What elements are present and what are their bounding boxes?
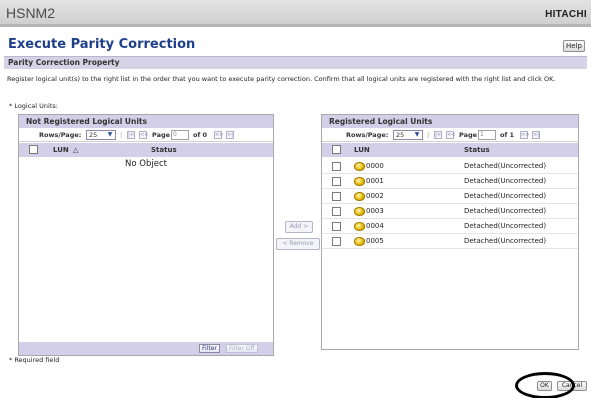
first-page-icon[interactable]: |< (127, 131, 135, 139)
rows-per-page-select[interactable]: 25 ▼ (393, 130, 423, 140)
page-of-label: of 1 (500, 131, 515, 139)
logical-units-label: * Logical Units: (9, 102, 58, 110)
status-cell: Detached(Uncorrected) (464, 162, 547, 170)
page-label: Page (459, 131, 478, 139)
select-all-checkbox[interactable] (29, 145, 38, 154)
page-label: Page (152, 131, 171, 139)
left-panel-footer: Filter Filter Off (19, 342, 273, 355)
required-field-note: * Required field (9, 356, 60, 364)
row-checkbox[interactable] (332, 222, 341, 231)
table-row[interactable]: 0005 Detached(Uncorrected) (322, 234, 578, 249)
prev-page-icon[interactable]: << (446, 131, 455, 139)
chevron-down-icon: ▼ (414, 131, 420, 138)
row-checkbox[interactable] (332, 162, 341, 171)
table-row[interactable]: 0002 Detached(Uncorrected) (322, 189, 578, 204)
next-page-icon[interactable]: >> (214, 131, 223, 139)
logical-unit-disk-icon (354, 237, 365, 246)
right-pager: Rows/Page: 25 ▼ | |< << Page 1 of 1 >> >… (322, 128, 578, 142)
empty-list-text: No Object (125, 159, 167, 169)
not-registered-panel: Not Registered Logical Units Rows/Page: … (18, 114, 274, 356)
row-checkbox[interactable] (332, 207, 341, 216)
registered-panel-title: Registered Logical Units (322, 115, 578, 128)
table-row[interactable]: 0000 Detached(Uncorrected) (322, 159, 578, 174)
top-banner (0, 0, 591, 27)
logical-unit-disk-icon (354, 177, 365, 186)
status-cell: Detached(Uncorrected) (464, 237, 547, 245)
logical-unit-disk-icon (354, 192, 365, 201)
lun-cell: 0001 (366, 177, 384, 185)
left-pager: Rows/Page: 25 ▼ | |< << Page 0 of 0 >> >… (19, 128, 273, 142)
status-cell: Detached(Uncorrected) (464, 222, 547, 230)
sort-asc-icon: △ (73, 146, 79, 154)
filter-off-button[interactable]: Filter Off (226, 344, 258, 353)
left-column-header: LUN △ Status (19, 143, 273, 157)
pager-divider: | (120, 131, 123, 139)
prev-page-icon[interactable]: << (139, 131, 148, 139)
row-checkbox[interactable] (332, 177, 341, 186)
status-column-header[interactable]: Status (464, 143, 490, 157)
table-row[interactable]: 0004 Detached(Uncorrected) (322, 219, 578, 234)
lun-cell: 0003 (366, 207, 384, 215)
brand-logo: HITACHI (545, 9, 587, 20)
rows-per-page-label: Rows/Page: (39, 131, 82, 139)
rows-per-page-label: Rows/Page: (346, 131, 389, 139)
filter-button[interactable]: Filter (199, 344, 220, 353)
logical-unit-disk-icon (354, 207, 365, 216)
page-of-label: of 0 (193, 131, 208, 139)
lun-cell: 0000 (366, 162, 384, 170)
not-registered-panel-title: Not Registered Logical Units (19, 115, 273, 128)
section-title: Parity Correction Property (8, 58, 120, 67)
select-all-checkbox[interactable] (332, 145, 341, 154)
row-checkbox[interactable] (332, 192, 341, 201)
next-page-icon[interactable]: >> (520, 131, 529, 139)
page-number-input[interactable]: 1 (478, 130, 496, 140)
row-checkbox[interactable] (332, 237, 341, 246)
rows-per-page-select[interactable]: 25 ▼ (86, 130, 116, 140)
lun-cell: 0002 (366, 192, 384, 200)
logical-unit-disk-icon (354, 222, 365, 231)
status-cell: Detached(Uncorrected) (464, 192, 547, 200)
add-button[interactable]: Add > (285, 221, 313, 233)
highlight-circle-annotation (515, 372, 575, 398)
lun-cell: 0004 (366, 222, 384, 230)
table-row[interactable]: 0001 Detached(Uncorrected) (322, 174, 578, 189)
lun-column-header[interactable]: LUN (354, 143, 370, 157)
first-page-icon[interactable]: |< (434, 131, 442, 139)
logical-unit-disk-icon (354, 162, 365, 171)
rows-per-page-value: 25 (89, 131, 98, 139)
instructions-text: Register logical unit(s) to the right li… (7, 75, 556, 83)
page-number-input[interactable]: 0 (171, 130, 189, 140)
lun-column-header[interactable]: LUN (53, 143, 69, 157)
right-column-header: LUN Status (322, 143, 578, 157)
pager-divider: | (427, 131, 430, 139)
status-cell: Detached(Uncorrected) (464, 207, 547, 215)
status-cell: Detached(Uncorrected) (464, 177, 547, 185)
table-row[interactable]: 0003 Detached(Uncorrected) (322, 204, 578, 219)
page-title: Execute Parity Correction (8, 37, 196, 52)
rows-per-page-value: 25 (396, 131, 405, 139)
last-page-icon[interactable]: >| (226, 131, 234, 139)
last-page-icon[interactable]: >| (532, 131, 540, 139)
registered-panel: Registered Logical Units Rows/Page: 25 ▼… (321, 114, 579, 350)
lun-cell: 0005 (366, 237, 384, 245)
status-column-header[interactable]: Status (151, 143, 177, 157)
help-button[interactable]: Help (563, 40, 585, 52)
chevron-down-icon: ▼ (107, 131, 113, 138)
remove-button[interactable]: < Remove (276, 238, 320, 250)
app-title: HSNM2 (6, 5, 56, 21)
